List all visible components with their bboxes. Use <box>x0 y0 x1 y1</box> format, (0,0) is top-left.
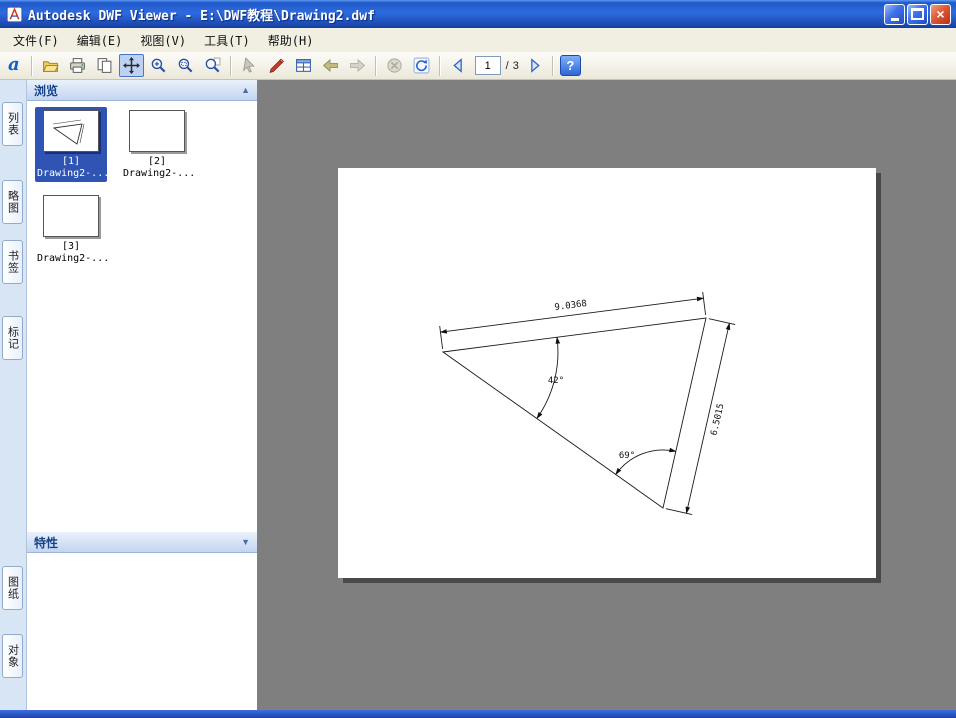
previous-page-icon <box>452 58 462 73</box>
cad-drawing: 9.0368 6.5015 42° 69° <box>439 291 736 516</box>
forward-button[interactable] <box>345 54 370 77</box>
toolbar-separator <box>551 55 554 76</box>
zoom-extents-icon <box>205 57 221 73</box>
forward-arrow-icon <box>349 59 365 72</box>
toolbar-separator <box>374 55 377 76</box>
toolbar-separator <box>30 55 33 76</box>
tab-sheets[interactable]: 图纸 <box>2 566 23 610</box>
help-button[interactable]: ? <box>559 55 581 76</box>
thumbnail-label: [2] Drawing2-... <box>123 156 196 179</box>
window-controls: × <box>884 3 951 25</box>
angle-left-value: 42° <box>548 376 564 386</box>
properties-header-label: 特性 <box>34 535 59 550</box>
toolbar-separator <box>229 55 232 76</box>
triangle-outline <box>441 317 707 509</box>
next-page-icon <box>531 58 540 73</box>
open-folder-icon <box>42 61 59 72</box>
maximize-icon <box>911 8 924 20</box>
menu-item-file[interactable]: 文件(F) <box>4 29 68 52</box>
thumbnail-item-1[interactable]: [1] Drawing2-... <box>35 107 110 182</box>
tab-markups[interactable]: 标记 <box>2 316 23 360</box>
select-arrow-icon <box>242 57 255 73</box>
menubar: 文件(F) 编辑(E) 视图(V) 工具(T) 帮助(H) <box>0 28 956 53</box>
dim-top-value: 9.0368 <box>554 299 588 313</box>
zoom-extents-button[interactable] <box>200 54 225 77</box>
toolbar: a 1 / 3 ? <box>0 52 956 80</box>
thumbnail-list: [1] Drawing2-... [2] Drawing2-... [3] Dr… <box>27 101 257 532</box>
thumbnail-item-2[interactable]: [2] Drawing2-... <box>121 107 196 182</box>
tab-objects[interactable]: 对象 <box>2 634 23 678</box>
sheets-views-button[interactable] <box>291 54 316 77</box>
autodesk-logo: a <box>8 53 20 75</box>
copy-icon <box>97 58 112 73</box>
page-total: 3 <box>512 59 519 72</box>
menu-item-tools[interactable]: 工具(T) <box>195 29 259 52</box>
menu-item-help[interactable]: 帮助(H) <box>259 29 323 52</box>
properties-panel-header[interactable]: 特性 ▼ <box>27 532 257 553</box>
drawing-canvas[interactable]: 9.0368 6.5015 42° 69° <box>258 80 956 710</box>
previous-page-button[interactable] <box>446 54 471 77</box>
tab-thumbnails[interactable]: 略图 <box>2 180 23 224</box>
collapse-up-icon[interactable]: ▲ <box>241 85 250 95</box>
tab-list[interactable]: 列表 <box>2 102 23 146</box>
thumbnail-preview <box>129 110 185 152</box>
zoom-window-button[interactable] <box>173 54 198 77</box>
tab-bookmarks[interactable]: 书签 <box>2 240 23 284</box>
thumbnail-preview <box>43 195 99 237</box>
navigator-panel: 浏览 ▲ [1] Drawing2-... [2] Drawing2-... [… <box>27 80 258 710</box>
thumbnail-item-3[interactable]: [3] Drawing2-... <box>35 192 110 267</box>
toolbar-separator <box>438 55 441 76</box>
side-tabstrip: 列表 略图 书签 标记 图纸 对象 <box>0 80 27 710</box>
printer-icon <box>69 58 85 73</box>
collapse-down-icon[interactable]: ▼ <box>241 537 250 547</box>
print-button[interactable] <box>65 54 90 77</box>
drawing-sheet: 9.0368 6.5015 42° 69° <box>338 168 876 578</box>
select-tool-button[interactable] <box>237 54 262 77</box>
properties-panel-body <box>27 553 257 710</box>
app-icon <box>6 6 23 23</box>
thumbnail-label: [1] Drawing2-... <box>37 156 110 179</box>
stop-icon <box>387 58 402 73</box>
pan-tool-button[interactable] <box>118 54 144 77</box>
back-button[interactable] <box>318 54 343 77</box>
window-title: Autodesk DWF Viewer - E:\DWF教程\Drawing2.… <box>28 8 375 24</box>
zoom-in-icon <box>151 58 166 73</box>
copy-button[interactable] <box>92 54 117 77</box>
sheets-window-icon <box>295 59 311 72</box>
open-button[interactable] <box>38 54 63 77</box>
mini-drawing <box>52 119 85 145</box>
zoom-in-button[interactable] <box>146 54 171 77</box>
minimize-button[interactable] <box>884 3 905 25</box>
window-border-bottom <box>0 710 956 718</box>
thumbnail-preview <box>43 110 99 152</box>
app-window: Autodesk DWF Viewer - E:\DWF教程\Drawing2.… <box>0 0 956 718</box>
back-arrow-icon <box>322 59 338 72</box>
menu-item-view[interactable]: 视图(V) <box>131 29 195 52</box>
maximize-button[interactable] <box>907 3 928 25</box>
markup-pencil-icon <box>269 58 284 73</box>
help-icon: ? <box>566 58 575 73</box>
angle-bottom-value: 69° <box>619 451 635 461</box>
refresh-button[interactable] <box>409 54 434 77</box>
browse-header-label: 浏览 <box>34 83 59 98</box>
page-number-input[interactable] <box>474 56 501 75</box>
pan-icon <box>122 57 140 74</box>
dim-right-value: 6.5015 <box>710 403 727 437</box>
menu-item-edit[interactable]: 编辑(E) <box>68 29 132 52</box>
stop-button[interactable] <box>382 54 407 77</box>
next-page-button[interactable] <box>522 54 547 77</box>
markup-button[interactable] <box>264 54 289 77</box>
zoom-window-icon <box>178 58 193 73</box>
titlebar: Autodesk DWF Viewer - E:\DWF教程\Drawing2.… <box>0 0 956 28</box>
body-area: 列表 略图 书签 标记 图纸 对象 浏览 ▲ [1] Drawing2-... … <box>0 80 956 710</box>
browse-panel-header[interactable]: 浏览 ▲ <box>27 80 257 101</box>
thumbnail-label: [3] Drawing2-... <box>37 241 110 264</box>
refresh-icon <box>413 57 430 74</box>
minimize-icon <box>890 17 899 21</box>
close-button[interactable]: × <box>930 3 951 25</box>
page-separator: / <box>505 59 509 72</box>
close-icon: × <box>936 6 945 22</box>
